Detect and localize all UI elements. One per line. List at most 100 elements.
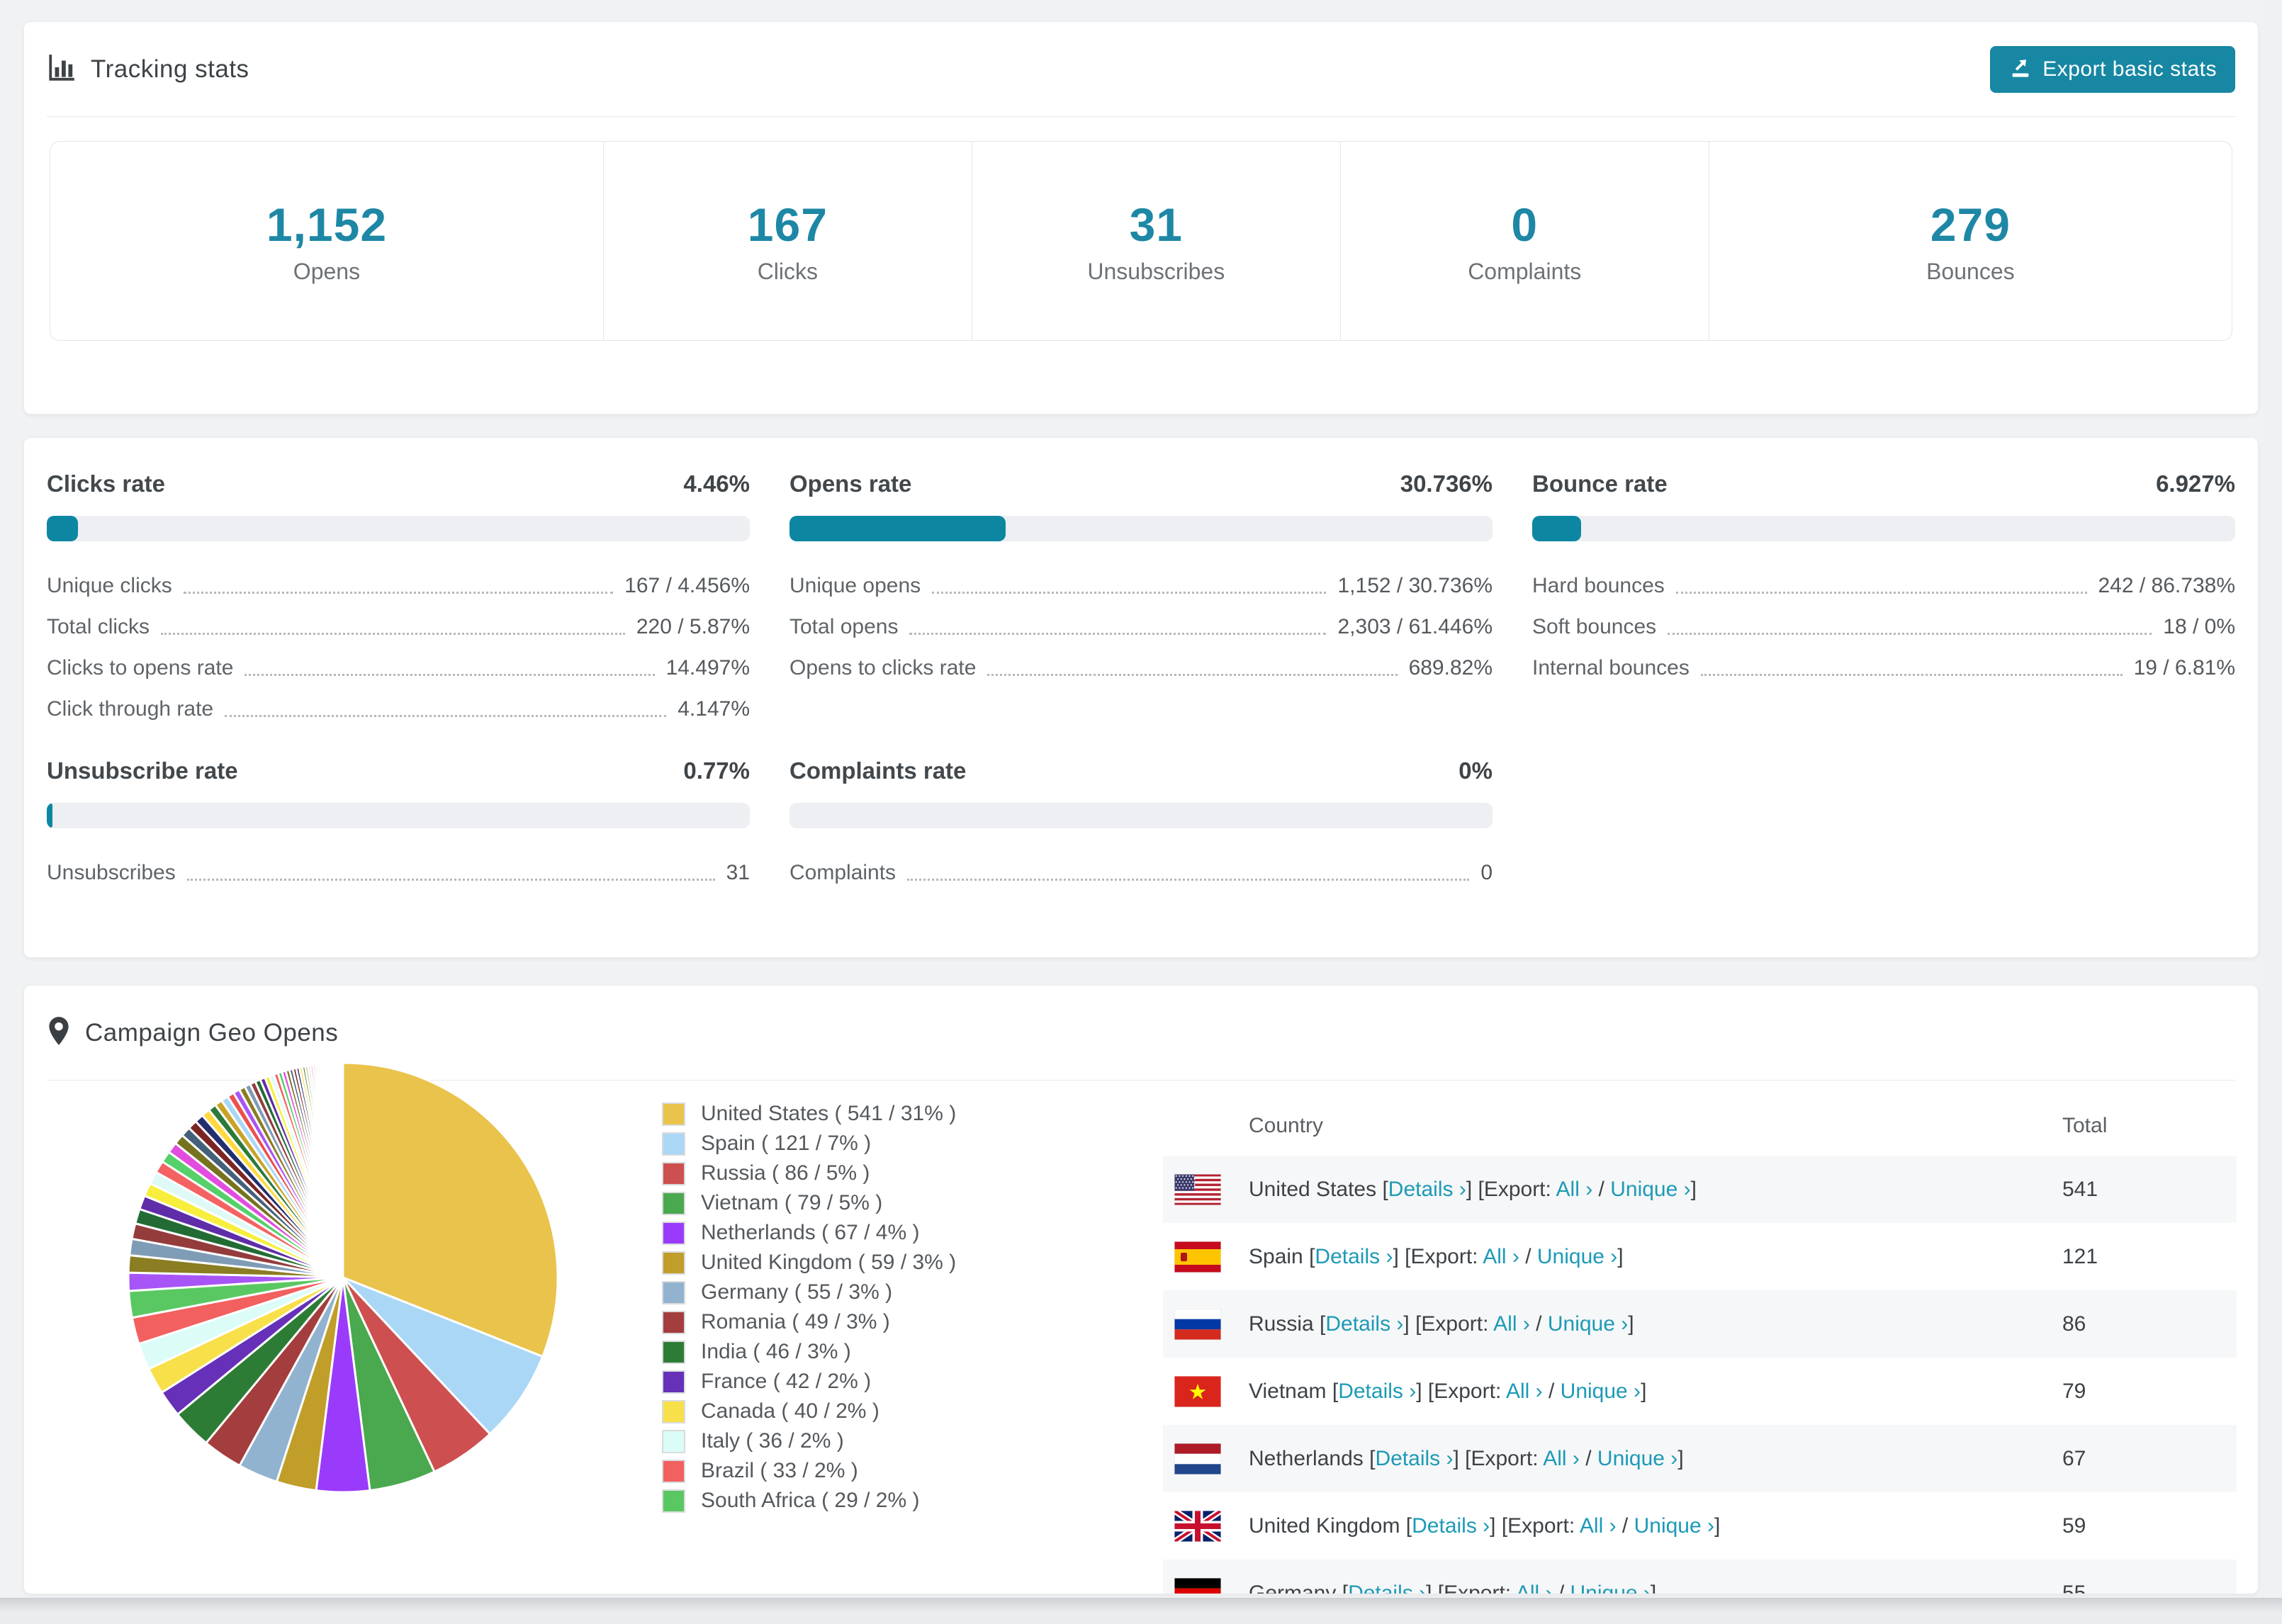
rate-value: 4.46% [683,470,750,497]
export-unique-link[interactable]: Unique › [1548,1312,1628,1336]
divider [47,116,2235,117]
geo-table-row-germany: Germany [Details ›] [Export: All › / Uni… [1163,1560,2237,1594]
details-link[interactable]: Details › [1388,1178,1466,1201]
stat-line-value: 2,303 / 61.446% [1337,615,1493,638]
stat-line-label: Clicks to opens rate [47,656,234,680]
page: Tracking stats Export basic stats 1,152 … [23,21,2259,1594]
export-unique-link[interactable]: Unique › [1570,1581,1651,1594]
stats-summary-row: 1,152 Opens 167 Clicks 31 Unsubscribes 0 Compla… [50,141,2232,341]
dotted-leader [1700,673,2123,676]
export-all-link[interactable]: All › [1543,1447,1580,1470]
tracking-stats-card: Tracking stats Export basic stats 1,152 … [23,21,2259,415]
legend-label: South Africa ( 29 / 2% ) [701,1489,920,1512]
stat-line-total-clicks: Total clicks 220 / 5.87% [47,607,750,648]
stat-box-unsubscribes: 31 Unsubscribes [971,142,1340,340]
legend-label: France ( 42 / 2% ) [701,1370,872,1393]
stat-line-click-through-rate: Click through rate 4.147% [47,689,750,730]
stat-line-value: 167 / 4.456% [624,574,750,597]
stat-value: 0 [1511,198,1539,251]
legend-item-canada: Canada ( 40 / 2% ) [662,1397,956,1426]
rate-title: Unsubscribe rate [47,757,238,784]
export-all-link[interactable]: All › [1580,1514,1617,1538]
legend-item-united-states: United States ( 541 / 31% ) [662,1099,956,1129]
stat-line-value: 4.147% [678,697,750,721]
details-link[interactable]: Details › [1412,1514,1490,1538]
flag-ru-icon [1174,1308,1249,1340]
export-all-link[interactable]: All › [1516,1581,1553,1594]
stat-line-value: 14.497% [665,656,750,680]
stat-value: 167 [747,198,828,251]
stat-label: Opens [293,258,361,284]
export-all-link[interactable]: All › [1483,1245,1519,1268]
export-all-link[interactable]: All › [1556,1178,1593,1201]
export-unique-link[interactable]: Unique › [1597,1447,1677,1470]
details-link[interactable]: Details › [1375,1447,1453,1470]
export-unique-link[interactable]: Unique › [1634,1514,1714,1538]
export-all-link[interactable]: All › [1493,1312,1530,1336]
stat-line-value: 220 / 5.87% [636,615,750,638]
country-name: Spain [1249,1244,1310,1268]
legend-swatch [662,1459,685,1483]
export-basic-stats-button[interactable]: Export basic stats [1990,45,2235,93]
country-name: Germany [1249,1581,1342,1594]
legend-item-romania: Romania ( 49 / 3% ) [662,1307,956,1337]
stat-line-label: Internal bounces [1532,656,1690,680]
geo-opens-table: Country Total United States [Details ›] [E… [1163,1095,2237,1594]
rates-card: Clicks rate 4.46% Unique clicks 167 / 4.456… [23,437,2259,958]
rate-block-unsubscribe-rate: Unsubscribe rate 0.77% Unsubscribes 31 [47,757,750,893]
stat-line-label: Complaints [789,861,896,884]
legend-label: United States ( 541 / 31% ) [701,1102,957,1125]
progress-bar [47,516,750,541]
dotted-leader [932,591,1327,594]
stat-line-label: Click through rate [47,697,214,721]
country-name: Netherlands [1249,1446,1370,1470]
rates-grid: Clicks rate 4.46% Unique clicks 167 / 4.456… [47,470,2235,893]
progress-fill [789,516,1006,541]
legend-label: India ( 46 / 3% ) [701,1340,851,1363]
details-link[interactable]: Details › [1315,1245,1393,1268]
geo-opens-card: Campaign Geo Opens United States ( 541 /… [23,985,2259,1594]
rate-block-opens-rate: Opens rate 30.736% Unique opens 1,152 / 30.… [789,470,1493,730]
legend-item-netherlands: Netherlands ( 67 / 4% ) [662,1218,956,1248]
rate-title: Complaints rate [789,757,967,784]
stat-line-value: 1,152 / 30.736% [1337,574,1493,597]
dotted-leader [907,878,1470,881]
flag-nl-icon [1174,1443,1249,1474]
legend-item-united-kingdom: United Kingdom ( 59 / 3% ) [662,1248,956,1278]
stat-line-label: Hard bounces [1532,574,1665,597]
flag-gb-icon [1174,1510,1249,1542]
legend-swatch [662,1429,685,1453]
country-total: 541 [2062,1177,2098,1201]
legend-item-germany: Germany ( 55 / 3% ) [662,1278,956,1307]
export-unique-link[interactable]: Unique › [1610,1178,1690,1201]
export-unique-link[interactable]: Unique › [1561,1380,1641,1403]
stat-line-value: 18 / 0% [2163,615,2235,638]
rate-value: 6.927% [2156,470,2235,497]
dotted-leader [183,591,614,594]
details-link[interactable]: Details › [1338,1380,1416,1403]
legend-swatch [662,1370,685,1394]
page-scrollbar[interactable] [2261,0,2282,1598]
legend-label: Russia ( 86 / 5% ) [701,1161,870,1185]
page-bottom-band [0,1598,2282,1624]
stat-line-label: Unique clicks [47,574,172,597]
legend-item-france: France ( 42 / 2% ) [662,1367,956,1397]
export-icon [2008,55,2033,84]
export-all-link[interactable]: All › [1506,1380,1543,1403]
export-unique-link[interactable]: Unique › [1537,1245,1617,1268]
legend-swatch [662,1161,685,1185]
legend-label: Romania ( 49 / 3% ) [701,1310,890,1333]
geo-table-row-russia: Russia [Details ›] [Export: All › / Uniq… [1163,1290,2237,1358]
geo-table-header-row: Country Total [1163,1095,2237,1156]
legend-label: United Kingdom ( 59 / 3% ) [701,1251,957,1274]
legend-swatch [662,1340,685,1364]
details-link[interactable]: Details › [1348,1581,1426,1594]
country-total: 67 [2062,1446,2086,1470]
details-link[interactable]: Details › [1325,1312,1403,1336]
tracking-stats-header: Tracking stats Export basic stats [24,22,2258,116]
rate-block-bounce-rate: Bounce rate 6.927% Hard bounces 242 / 86.73… [1532,470,2235,730]
stat-box-bounces: 279 Bounces [1708,142,2232,340]
dotted-leader [161,632,625,635]
country-name: United States [1249,1177,1383,1201]
pie-legend: United States ( 541 / 31% ) Spain ( 121 /… [662,1099,956,1516]
